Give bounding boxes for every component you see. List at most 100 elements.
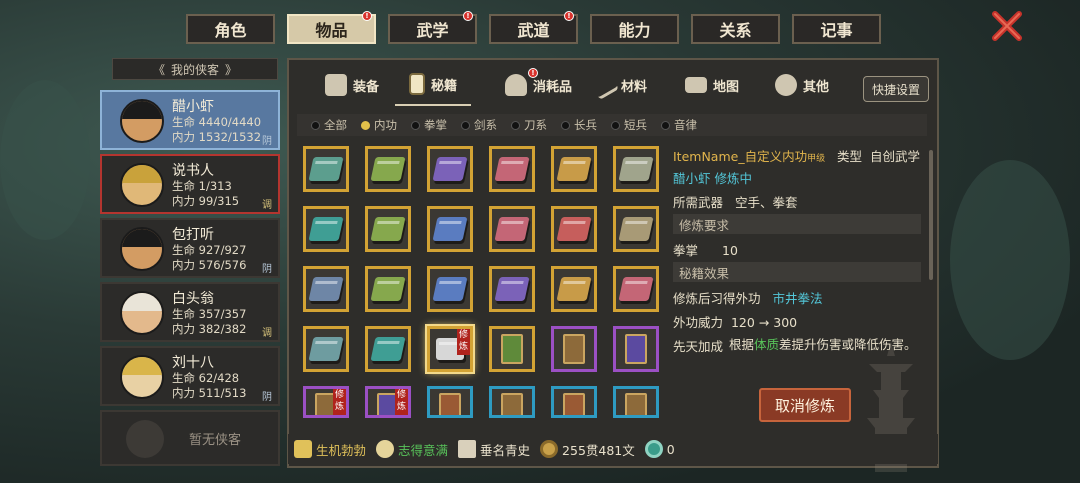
my-heroes-label: 我的侠客 xyxy=(170,62,219,77)
filter-neigong[interactable]: 内功 xyxy=(361,117,397,133)
tab-journal[interactable]: 记事 xyxy=(792,14,881,44)
innate-text: 差提升伤害或降低伤害。 xyxy=(779,337,917,352)
quick-settings-button[interactable]: 快捷设置 xyxy=(863,76,929,102)
power-value: 120 → 300 xyxy=(730,315,798,330)
tab-items[interactable]: 物品! xyxy=(287,11,376,44)
tab-character[interactable]: 角色 xyxy=(186,14,275,44)
manual-slot[interactable] xyxy=(427,206,473,252)
manual-slot[interactable] xyxy=(613,326,659,372)
filter-long-weapon[interactable]: 长兵 xyxy=(561,117,597,133)
filter-blade[interactable]: 刀系 xyxy=(511,117,547,133)
character-card[interactable]: 包打听 生命 927/927 内力 576/576 阴 xyxy=(100,218,280,278)
manual-slot-selected[interactable]: 修炼 xyxy=(425,324,475,374)
jade-icon xyxy=(644,440,663,458)
subtab-label: 材料 xyxy=(621,79,648,95)
radio-icon xyxy=(361,120,370,130)
manual-slot[interactable] xyxy=(489,266,535,312)
scroll-book-icon xyxy=(625,393,647,415)
scroll-book-icon xyxy=(501,334,523,364)
manual-slot[interactable]: 修炼 xyxy=(303,386,349,418)
detail-scrollbar[interactable] xyxy=(929,150,933,280)
manual-slot[interactable] xyxy=(365,206,411,252)
subtab-map[interactable]: 地图 xyxy=(685,64,739,106)
effect-header: 秘籍效果 xyxy=(673,262,921,282)
filter-sword[interactable]: 剑系 xyxy=(461,117,497,133)
manual-slot[interactable] xyxy=(365,146,411,192)
manual-slot[interactable] xyxy=(365,326,411,372)
tab-ability[interactable]: 能力 xyxy=(590,14,679,44)
manual-slot[interactable] xyxy=(303,206,349,252)
subtab-equipment[interactable]: 装备 xyxy=(325,64,379,106)
manual-slot[interactable]: 修炼 xyxy=(365,386,411,418)
tab-martial-arts[interactable]: 武学! xyxy=(388,11,477,44)
subtab-consumables[interactable]: 消耗品 ! xyxy=(505,64,572,106)
manual-slot[interactable] xyxy=(551,146,597,192)
tab-relations[interactable]: 关系 xyxy=(691,14,780,44)
tab-label: 关系 xyxy=(719,21,752,40)
manual-slot[interactable] xyxy=(613,386,659,418)
close-icon[interactable] xyxy=(990,10,1024,42)
manual-grid: 修炼 修炼 修炼 xyxy=(303,146,659,418)
cancel-practice-label: 取消修炼 xyxy=(774,396,835,415)
manual-slot[interactable] xyxy=(489,146,535,192)
status-mood[interactable]: 志得意满 xyxy=(376,440,448,459)
tab-wudao[interactable]: 武道! xyxy=(489,11,578,44)
manual-slot[interactable] xyxy=(613,266,659,312)
cancel-practice-button[interactable]: 取消修炼 xyxy=(759,388,851,422)
chevron-left-icon[interactable]: 《 xyxy=(153,61,165,78)
manual-slot[interactable] xyxy=(303,266,349,312)
tab-label: 记事 xyxy=(820,21,853,40)
section-title: 秘籍效果 xyxy=(679,265,730,281)
filter-fist[interactable]: 拳掌 xyxy=(411,117,447,133)
subtab-materials[interactable]: 材料 xyxy=(588,64,648,106)
manual-slot[interactable] xyxy=(303,146,349,192)
jade-display: 0 xyxy=(644,440,675,458)
manual-slot[interactable] xyxy=(551,386,597,418)
character-card[interactable]: 说书人 生命 1/313 内力 99/315 调 xyxy=(100,154,280,214)
manual-slot[interactable] xyxy=(613,206,659,252)
filter-short-weapon[interactable]: 短兵 xyxy=(611,117,647,133)
empty-hero-slot: 暂无侠客 xyxy=(100,410,280,466)
manual-slot[interactable] xyxy=(613,146,659,192)
subtab-other[interactable]: 其他 xyxy=(775,64,829,106)
scroll-book-icon xyxy=(501,393,523,415)
filter-music[interactable]: 音律 xyxy=(661,117,697,133)
type-value: 自创武学 xyxy=(869,149,920,164)
status-text: 生机勃勃 xyxy=(316,442,367,458)
character-card[interactable]: 刘十八 生命 62/428 内力 511/513 阴 xyxy=(100,346,280,406)
status-fame[interactable]: 垂名青史 xyxy=(458,440,530,459)
subtab-label: 装备 xyxy=(353,79,380,95)
character-name: 醋小虾 xyxy=(172,99,214,115)
manual-slot[interactable] xyxy=(551,206,597,252)
manual-slot[interactable] xyxy=(489,386,535,418)
manual-slot[interactable] xyxy=(427,266,473,312)
book-icon xyxy=(432,217,468,241)
scroll-book-icon xyxy=(439,393,461,415)
radio-icon xyxy=(611,120,620,130)
manual-slot[interactable] xyxy=(427,146,473,192)
manual-slot[interactable] xyxy=(303,326,349,372)
manual-slot[interactable] xyxy=(489,326,535,372)
manual-slot[interactable] xyxy=(551,266,597,312)
notification-dot-icon: ! xyxy=(528,68,539,78)
subtab-manuals[interactable]: 秘籍 xyxy=(395,64,472,106)
manual-slot[interactable] xyxy=(427,386,473,418)
character-hp: 生命 62/428 xyxy=(172,371,240,385)
character-tag: 调 xyxy=(262,328,272,339)
manual-slot[interactable] xyxy=(365,266,411,312)
character-hp: 生命 1/313 xyxy=(172,179,232,193)
character-card[interactable]: 白头翁 生命 357/357 内力 382/382 调 xyxy=(100,282,280,342)
character-name: 刘十八 xyxy=(172,355,214,371)
subtab-label: 消耗品 xyxy=(533,79,573,95)
learn-value[interactable]: 市井拳法 xyxy=(772,291,822,306)
status-vitality[interactable]: 生机勃勃 xyxy=(294,440,366,459)
chevron-right-icon[interactable]: 》 xyxy=(225,61,237,78)
character-card[interactable]: 醋小虾 生命 4440/4440 内力 1532/1532 阴 xyxy=(100,90,280,150)
character-mp: 内力 1532/1532 xyxy=(172,130,262,144)
book-icon xyxy=(618,217,654,241)
subtab-label: 其他 xyxy=(803,79,830,95)
manual-slot[interactable] xyxy=(551,326,597,372)
manual-slot[interactable] xyxy=(489,206,535,252)
filter-all[interactable]: 全部 xyxy=(311,117,347,133)
filter-label: 拳掌 xyxy=(424,118,447,132)
